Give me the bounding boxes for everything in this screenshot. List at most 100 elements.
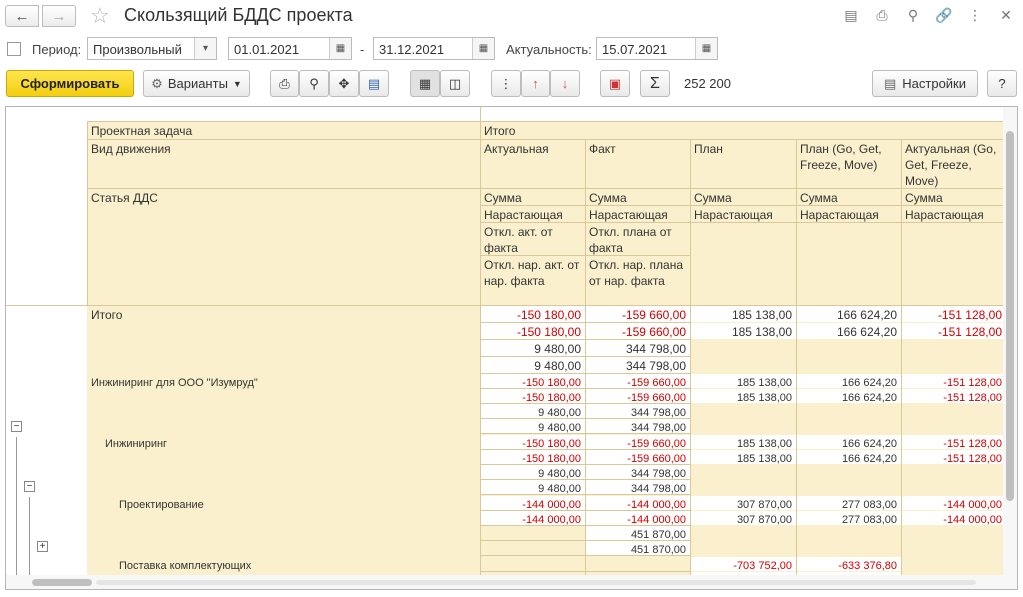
vertical-scrollbar[interactable] bbox=[1003, 107, 1017, 577]
chevron-down-icon: ▼ bbox=[232, 78, 242, 89]
table-icon: ◫ bbox=[448, 75, 462, 91]
calendar-icon[interactable]: ▦ bbox=[695, 38, 717, 59]
horizontal-scrollbar[interactable] bbox=[6, 575, 1017, 589]
period-label: Период: bbox=[32, 42, 82, 57]
value-cell: -151 128,00 bbox=[901, 450, 1006, 464]
value-cell: -151 128,00 bbox=[901, 389, 1006, 403]
value-cell: 9 480,00 bbox=[480, 404, 585, 418]
generate-button[interactable]: Сформировать bbox=[6, 70, 134, 97]
tree-line bbox=[29, 497, 30, 577]
date-to-field[interactable]: 31.12.2021 ▦ bbox=[373, 37, 495, 60]
group-icon: ⋮ bbox=[499, 75, 513, 91]
back-button[interactable]: ← bbox=[5, 5, 39, 27]
vertical-scroll-thumb[interactable] bbox=[1006, 131, 1014, 501]
value-cell: -633 376,80 bbox=[796, 557, 901, 571]
value-cell: -144 000,00 bbox=[585, 511, 690, 525]
column-header-amount-text: Сумма bbox=[589, 191, 627, 205]
close-icon[interactable]: ✕ bbox=[997, 6, 1015, 24]
header-total: Итого bbox=[480, 122, 1006, 139]
report-grid[interactable]: Проектная задача Итого Вид движения Статья … bbox=[5, 106, 1018, 590]
settings-icon: ▤ bbox=[883, 75, 897, 91]
header-movement-type: Вид движения bbox=[87, 140, 480, 188]
grid-line bbox=[480, 222, 1006, 223]
column-header-cumulative: Нарастающая bbox=[690, 206, 796, 223]
horizontal-scroll-thumb[interactable] bbox=[32, 579, 92, 586]
period-type-select[interactable]: Произвольный ▾ bbox=[87, 37, 217, 60]
calendar-icon[interactable]: ▦ bbox=[472, 38, 494, 59]
grid-line bbox=[796, 496, 797, 557]
value-cell: 9 480,00 bbox=[480, 340, 585, 356]
title-bar: ← → ☆ Скользящий БДДС проекта ▤ ⎙ ⚲ 🔗 ⋮ … bbox=[0, 0, 1023, 32]
value-cell: 9 480,00 bbox=[480, 357, 585, 373]
more-icon[interactable]: ⋮ bbox=[966, 6, 984, 24]
value-cell: 9 480,00 bbox=[480, 480, 585, 494]
column-header-deviation-text: Откл. акт. от факта bbox=[484, 225, 553, 255]
value-cell: 277 083,00 bbox=[796, 511, 901, 525]
expand-icon[interactable]: + bbox=[37, 541, 48, 552]
column-header-cumulative-text: Нарастающая bbox=[694, 208, 773, 222]
preview-icon[interactable]: ⚲ bbox=[904, 6, 922, 24]
variants-button[interactable]: ⚙ Варианты ▼ bbox=[143, 70, 250, 97]
chart-button[interactable]: ▣ bbox=[600, 70, 630, 97]
value-cell: 166 624,20 bbox=[796, 306, 901, 322]
collapse-icon[interactable]: − bbox=[24, 481, 35, 492]
value-cell: 344 798,00 bbox=[585, 465, 690, 479]
chevron-down-icon[interactable]: ▾ bbox=[194, 38, 216, 59]
actuality-date-field[interactable]: 15.07.2021 ▦ bbox=[596, 37, 718, 60]
value-cell: -159 660,00 bbox=[585, 306, 690, 322]
sort-asc-button[interactable]: ↑ bbox=[521, 70, 550, 97]
settings-button[interactable]: ▤ Настройки bbox=[872, 70, 978, 97]
sum-button[interactable]: Σ bbox=[640, 70, 670, 97]
help-button[interactable]: ? bbox=[987, 70, 1017, 97]
save-icon[interactable]: ▤ bbox=[842, 6, 860, 24]
preview-button[interactable]: ⚲ bbox=[299, 70, 329, 97]
grid-line bbox=[480, 306, 481, 374]
link-icon[interactable]: 🔗 bbox=[935, 6, 953, 24]
grid-line bbox=[796, 306, 797, 374]
value-cell: -151 128,00 bbox=[901, 306, 1006, 322]
column-header-amount-text: Сумма bbox=[484, 191, 522, 205]
value-cell: -150 180,00 bbox=[480, 389, 585, 403]
move-button[interactable]: ✥ bbox=[329, 70, 359, 97]
value-cell: 166 624,20 bbox=[796, 323, 901, 339]
date-from-field[interactable]: 01.01.2021 ▦ bbox=[228, 37, 352, 60]
column-header-amount: Сумма bbox=[796, 189, 901, 206]
group-button[interactable]: ⋮ bbox=[491, 70, 521, 97]
row-label: Инжиниринг bbox=[105, 438, 168, 450]
column-header-cumulative: Нарастающая bbox=[585, 206, 690, 223]
print-button[interactable]: ⎙ bbox=[270, 70, 299, 97]
grid-line bbox=[480, 435, 481, 496]
period-checkbox[interactable] bbox=[7, 42, 21, 56]
filter-bar: Период: Произвольный ▾ 01.01.2021 ▦ - 31… bbox=[0, 36, 1023, 62]
value-cell: 451 870,00 bbox=[585, 526, 690, 540]
collapse-icon[interactable]: − bbox=[11, 421, 22, 432]
row-label: Поставка комплектующих bbox=[119, 560, 252, 572]
column-header-cum-deviation-text: Откл. нар. акт. от нар. факта bbox=[484, 258, 580, 288]
sort-desc-icon: ↓ bbox=[561, 76, 569, 91]
grid-line bbox=[585, 306, 586, 374]
column-header-cum-deviation: Откл. нар. акт. от нар. факта bbox=[480, 256, 585, 305]
grid-view-button[interactable]: ▦ bbox=[410, 70, 440, 97]
calendar-icon[interactable]: ▦ bbox=[329, 38, 351, 59]
forward-button[interactable]: → bbox=[42, 5, 76, 27]
column-header-cumulative-text: Нарастающая bbox=[589, 208, 668, 222]
column-header-title: Актуальная bbox=[480, 140, 585, 188]
value-cell: 166 624,20 bbox=[796, 389, 901, 403]
move-icon: ✥ bbox=[338, 75, 350, 91]
value-cell: -159 660,00 bbox=[585, 374, 690, 388]
value-cell: 9 480,00 bbox=[480, 419, 585, 433]
value-cell: -144 000,00 bbox=[585, 496, 690, 510]
grid-line bbox=[690, 435, 691, 496]
column-header-title: План (Go, Get, Freeze, Move) bbox=[796, 140, 901, 188]
column-header-deviation-text: Откл. плана от факта bbox=[589, 225, 672, 255]
save-button[interactable]: ▤ bbox=[359, 70, 389, 97]
table-view-button[interactable]: ◫ bbox=[440, 70, 470, 97]
value-cell: -150 180,00 bbox=[480, 374, 585, 388]
print-icon[interactable]: ⎙ bbox=[873, 6, 891, 24]
star-icon[interactable]: ☆ bbox=[90, 3, 110, 29]
column-header-amount: Сумма bbox=[480, 189, 585, 206]
column-header-amount: Сумма bbox=[690, 189, 796, 206]
grid-line bbox=[901, 435, 902, 496]
grid-line bbox=[901, 496, 902, 557]
sort-desc-button[interactable]: ↓ bbox=[550, 70, 580, 97]
